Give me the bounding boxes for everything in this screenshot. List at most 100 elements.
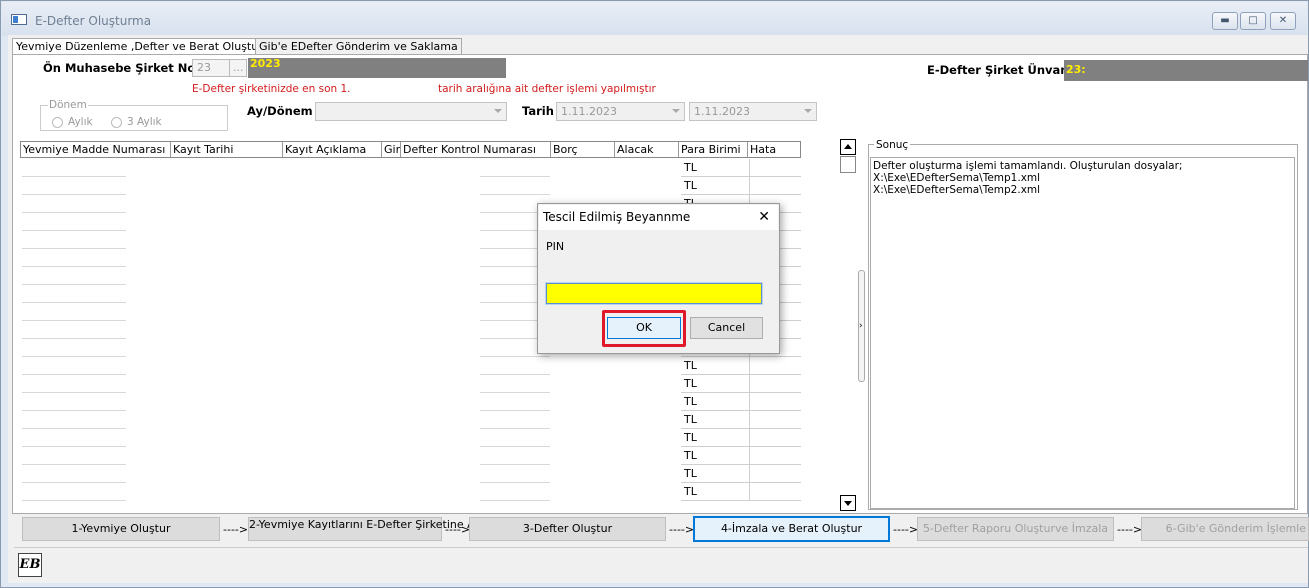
hata-cell[interactable] [749, 429, 801, 447]
title-bar[interactable]: E-Defter Oluşturma ▬ □ ✕ [2, 2, 1307, 36]
browse-button[interactable]: ... [229, 59, 247, 77]
company-no-field[interactable]: 23 [192, 59, 230, 77]
scroll-up-button[interactable] [840, 139, 856, 155]
col-defter-kontrol[interactable]: Defter Kontrol Numarası [401, 142, 551, 157]
col-yevmiye-madde[interactable]: Yevmiye Madde Numarası [21, 142, 171, 157]
sonuc-line: X:\Exe\EDefterSema\Temp1.xml [873, 172, 1041, 184]
para-birimi-cell[interactable]: TL [681, 411, 749, 429]
row-divider [480, 500, 550, 501]
pin-dialog: Tescil Edilmiş Beyannme ✕ PIN OK Cancel [537, 203, 780, 354]
row-divider [480, 482, 550, 483]
scroll-thumb[interactable] [840, 156, 856, 173]
close-window-button[interactable]: ✕ [1270, 12, 1296, 30]
col-borc[interactable]: Borç [551, 142, 615, 157]
year-display: 2023 [248, 58, 506, 78]
para-birimi-cell[interactable]: TL [681, 375, 749, 393]
uc-aylik-label: 3 Aylık [127, 116, 162, 128]
para-birimi-cell[interactable]: TL [681, 483, 749, 501]
row-divider [22, 374, 126, 375]
row-divider [22, 266, 126, 267]
row-divider [480, 446, 550, 447]
row-divider [22, 320, 126, 321]
hata-cell[interactable] [749, 465, 801, 483]
pin-prompt: PIN [546, 240, 565, 253]
row-divider [22, 446, 126, 447]
pin-input[interactable] [545, 282, 763, 305]
row-divider [480, 428, 550, 429]
aylik-label: Aylık [68, 116, 93, 128]
step-3-button[interactable]: 3-Defter Oluştur [469, 517, 666, 541]
splitter-arrow-icon[interactable]: › [859, 321, 863, 331]
hata-cell[interactable] [749, 393, 801, 411]
step-arrow: ----> [1117, 523, 1143, 536]
tarih-end-select[interactable]: 1.11.2023 [689, 102, 817, 121]
step-6-button[interactable]: 6-Gib'e Gönderim İşlemle [1141, 517, 1309, 541]
hata-cell[interactable] [749, 177, 801, 195]
eb-logo-icon[interactable]: EB [18, 553, 42, 577]
ay-donem-select[interactable] [315, 102, 507, 121]
step-arrow: ----> [893, 523, 919, 536]
col-alacak[interactable]: Alacak [615, 142, 679, 157]
step-arrow: ----> [223, 523, 249, 536]
para-birimi-cell[interactable]: TL [681, 429, 749, 447]
para-birimi-cell[interactable]: TL [681, 357, 749, 375]
col-giri[interactable]: Giri [382, 142, 401, 157]
row-divider [22, 230, 126, 231]
col-kayit-aciklama[interactable]: Kayıt Açıklama [283, 142, 382, 157]
minimize-button[interactable]: ▬ [1212, 12, 1238, 30]
row-divider [22, 410, 126, 411]
row-divider [22, 482, 126, 483]
col-para-birimi[interactable]: Para Birimi [679, 142, 748, 157]
hata-cell[interactable] [749, 375, 801, 393]
maximize-button[interactable]: □ [1240, 12, 1266, 30]
hata-cell[interactable] [749, 411, 801, 429]
step-5-button[interactable]: 5-Defter Raporu Oluşturve İmzala [917, 517, 1114, 541]
row-divider [22, 176, 126, 177]
grid-scrollbar[interactable] [840, 139, 858, 513]
row-divider [480, 464, 550, 465]
para-birimi-cell[interactable]: TL [681, 465, 749, 483]
scroll-down-button[interactable] [840, 495, 856, 511]
hata-cell[interactable] [749, 159, 801, 177]
dialog-close-icon[interactable]: ✕ [758, 210, 770, 224]
hata-cell[interactable] [749, 483, 801, 501]
hata-cell[interactable] [749, 357, 801, 375]
step-1-button[interactable]: 1-Yevmiye Oluştur [22, 517, 220, 541]
para-birimi-cell[interactable]: TL [681, 393, 749, 411]
row-divider [22, 464, 126, 465]
row-divider [22, 500, 126, 501]
col-kayit-tarihi[interactable]: Kayıt Tarihi [171, 142, 283, 157]
para-birimi-cell[interactable]: TL [681, 447, 749, 465]
para-birimi-cell[interactable]: TL [681, 159, 749, 177]
ok-button[interactable]: OK [607, 317, 681, 339]
para-birimi-cell[interactable]: TL [681, 177, 749, 195]
row-divider [22, 356, 126, 357]
hata-cell[interactable] [749, 447, 801, 465]
sonuc-line: X:\Exe\EDefterSema\Temp2.xml [873, 184, 1041, 196]
donem-label: Dönem [48, 99, 88, 111]
status-bar: EB [14, 547, 1308, 581]
ay-donem-label: Ay/Dönem [247, 104, 313, 118]
uc-aylik-radio[interactable] [111, 117, 122, 128]
step-2-button[interactable]: 2-Yevmiye Kayıtlarını E-Defter Şirketine… [248, 517, 497, 541]
edefter-company-label: E-Defter Şirket Ünvanı [927, 63, 1073, 77]
company-no-label: Ön Muhasebe Şirket No [43, 61, 196, 75]
row-divider [480, 176, 550, 177]
aylik-radio[interactable] [52, 117, 63, 128]
warning-text-1: E-Defter şirketinizde en son 1. [192, 83, 351, 95]
tarih-start-select[interactable]: 1.11.2023 [556, 102, 685, 121]
step-arrow: ----> [445, 523, 471, 536]
warning-text-2: tarih aralığına ait defter işlemi yapılm… [438, 83, 656, 95]
cancel-button[interactable]: Cancel [690, 317, 763, 339]
row-divider [22, 194, 126, 195]
col-hata[interactable]: Hata [748, 142, 800, 157]
tab-gib-gonderim[interactable]: Gib'e EDefter Gönderim ve Saklama [255, 38, 462, 55]
dialog-title-bar[interactable]: Tescil Edilmiş Beyannme ✕ [539, 205, 778, 230]
tarih-label: Tarih [522, 104, 554, 118]
row-divider [480, 356, 550, 357]
row-divider [480, 374, 550, 375]
row-divider [22, 212, 126, 213]
sonuc-textarea[interactable]: Defter oluşturma işlemi tamamlandı. Oluş… [870, 157, 1295, 509]
step-4-button[interactable]: 4-İmzala ve Berat Oluştur [693, 516, 890, 542]
row-divider [22, 392, 126, 393]
